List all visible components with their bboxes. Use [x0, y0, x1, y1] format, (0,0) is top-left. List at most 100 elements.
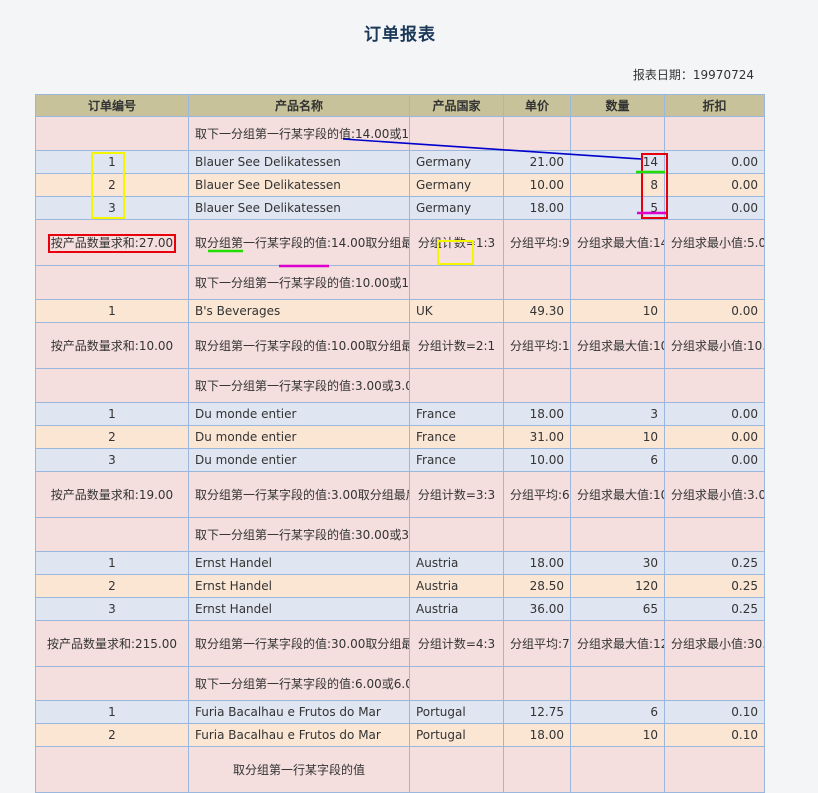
- group-summary-row: 按产品数量求和:215.00取分组第一行某字段的值:30.00取分组最后一行某字…: [35, 620, 765, 667]
- group-summary-row: 按产品数量求和:10.00取分组第一行某字段的值:10.00取分组最后一行某字段…: [35, 322, 765, 369]
- group-max-cell: 分组求最大值:14.00: [570, 219, 665, 266]
- discount-cell: 0.00: [664, 402, 765, 426]
- header-product-name: 产品名称: [188, 94, 410, 117]
- empty-cell: [35, 517, 189, 552]
- table-row[interactable]: 2 Furia Bacalhau e Frutos do Mar Portugal 1…: [35, 723, 765, 747]
- order-id-cell: 1: [35, 551, 189, 575]
- product-name-cell: Blauer See Delikatessen: [188, 196, 410, 220]
- order-id-cell: 3: [35, 196, 189, 220]
- unit-price-cell: 28.50: [503, 574, 571, 598]
- order-id-cell: 3: [35, 448, 189, 472]
- group-count-cell: [409, 746, 504, 793]
- quantity-cell: 10: [570, 723, 665, 747]
- quantity-cell: 14: [570, 150, 665, 174]
- quantity-cell: 8: [570, 173, 665, 197]
- discount-cell: 0.10: [664, 723, 765, 747]
- order-id-cell: 2: [35, 425, 189, 449]
- group-lookahead-row: 取下一分组第一行某字段的值:30.00或30.00: [35, 517, 765, 552]
- country-cell: Austria: [409, 574, 504, 598]
- order-id-cell: 2: [35, 723, 189, 747]
- empty-cell: [503, 368, 571, 403]
- group-count-cell: 分组计数=4:3: [409, 620, 504, 667]
- next-group-first-value: 取下一分组第一行某字段的值:14.00或14.00: [188, 116, 410, 151]
- product-name-cell: Du monde entier: [188, 402, 410, 426]
- product-name-cell: Blauer See Delikatessen: [188, 150, 410, 174]
- product-name-cell: Furia Bacalhau e Frutos do Mar: [188, 700, 410, 724]
- country-cell: Austria: [409, 551, 504, 575]
- group-first-last-cell: 取分组第一行某字段的值:3.00取分组最后一行某字段的值:6.00: [188, 471, 410, 518]
- group-avg-cell: 分组平均:71.67: [503, 620, 571, 667]
- header-order-id: 订单编号: [35, 94, 189, 117]
- quantity-cell: 65: [570, 597, 665, 621]
- discount-cell: 0.25: [664, 597, 765, 621]
- product-name-cell: Blauer See Delikatessen: [188, 173, 410, 197]
- group-avg-cell: [503, 746, 571, 793]
- group-lookahead-row: 取下一分组第一行某字段的值:14.00或14.00: [35, 116, 765, 151]
- group-first-last-cell: 取分组第一行某字段的值:14.00取分组最后一行某字段的值:5.00: [188, 219, 410, 266]
- table-row[interactable]: 2 Ernst Handel Austria 28.50 120 0.25: [35, 574, 765, 598]
- group-sum-cell: [35, 746, 189, 793]
- table-row[interactable]: 1 Ernst Handel Austria 18.00 30 0.25: [35, 551, 765, 575]
- group-avg-cell: 分组平均:9.00: [503, 219, 571, 266]
- group-max-cell: [570, 746, 665, 793]
- empty-cell: [503, 517, 571, 552]
- empty-cell: [409, 116, 504, 151]
- next-group-first-value: 取下一分组第一行某字段的值:10.00或10.00: [188, 265, 410, 300]
- group-first-last-cell: 取分组第一行某字段的值: [188, 746, 410, 793]
- group-max-cell: 分组求最大值:10.00: [570, 322, 665, 369]
- country-cell: Germany: [409, 173, 504, 197]
- group-count-cell: 分组计数=1:3: [409, 219, 504, 266]
- page-title: 订单报表: [364, 25, 436, 45]
- quantity-cell: 6: [570, 700, 665, 724]
- country-cell: France: [409, 402, 504, 426]
- table-row[interactable]: 3 Blauer See Delikatessen Germany 18.00 5 0.0…: [35, 196, 765, 220]
- country-cell: Austria: [409, 597, 504, 621]
- group-min-cell: 分组求最小值:10.00: [664, 322, 765, 369]
- group-summary-row: 按产品数量求和:27.00取分组第一行某字段的值:14.00取分组最后一行某字段…: [35, 219, 765, 266]
- table-row[interactable]: 3 Du monde entier France 10.00 6 0.00: [35, 448, 765, 472]
- report-body: 取下一分组第一行某字段的值:14.00或14.001Blauer See Del…: [35, 116, 765, 793]
- quantity-cell: 5: [570, 196, 665, 220]
- country-cell: UK: [409, 299, 504, 323]
- group-min-cell: 分组求最小值:30.00: [664, 620, 765, 667]
- header-discount: 折扣: [664, 94, 765, 117]
- unit-price-cell: 10.00: [503, 173, 571, 197]
- group-min-cell: 分组求最小值:3.00: [664, 471, 765, 518]
- table-row[interactable]: 1 Furia Bacalhau e Frutos do Mar Portugal 1…: [35, 700, 765, 724]
- unit-price-cell: 18.00: [503, 402, 571, 426]
- empty-cell: [503, 666, 571, 701]
- empty-cell: [570, 517, 665, 552]
- table-row[interactable]: 1 B's Beverages UK 49.30 10 0.00: [35, 299, 765, 323]
- group-summary-row: 取分组第一行某字段的值: [35, 746, 765, 793]
- table-row[interactable]: 3 Ernst Handel Austria 36.00 65 0.25: [35, 597, 765, 621]
- empty-cell: [664, 368, 765, 403]
- order-report-table: 订单编号 产品名称 产品国家 单价 数量 折扣 取下一分组第一行某字段的值:14…: [35, 94, 765, 793]
- table-row[interactable]: 1 Du monde entier France 18.00 3 0.00: [35, 402, 765, 426]
- empty-cell: [35, 666, 189, 701]
- quantity-cell: 30: [570, 551, 665, 575]
- empty-cell: [570, 666, 665, 701]
- order-id-cell: 3: [35, 597, 189, 621]
- empty-cell: [409, 265, 504, 300]
- unit-price-cell: 36.00: [503, 597, 571, 621]
- group-min-cell: [664, 746, 765, 793]
- group-sum-cell: 按产品数量求和:27.00: [35, 219, 189, 266]
- table-row[interactable]: 1 Blauer See Delikatessen Germany 21.00 14 0.…: [35, 150, 765, 174]
- quantity-cell: 10: [570, 299, 665, 323]
- discount-cell: 0.00: [664, 173, 765, 197]
- table-row[interactable]: 2 Du monde entier France 31.00 10 0.00: [35, 425, 765, 449]
- empty-cell: [35, 265, 189, 300]
- group-max-cell: 分组求最大值:10.00: [570, 471, 665, 518]
- discount-cell: 0.00: [664, 425, 765, 449]
- discount-cell: 0.00: [664, 196, 765, 220]
- group-first-last-cell: 取分组第一行某字段的值:10.00取分组最后一行某字段的值:10.00: [188, 322, 410, 369]
- discount-cell: 0.25: [664, 574, 765, 598]
- group-avg-cell: 分组平均:10.00: [503, 322, 571, 369]
- product-name-cell: Du monde entier: [188, 448, 410, 472]
- discount-cell: 0.00: [664, 150, 765, 174]
- group-lookahead-row: 取下一分组第一行某字段的值:10.00或10.00: [35, 265, 765, 300]
- table-row[interactable]: 2 Blauer See Delikatessen Germany 10.00 8 0.0…: [35, 173, 765, 197]
- product-name-cell: Furia Bacalhau e Frutos do Mar: [188, 723, 410, 747]
- product-name-cell: Ernst Handel: [188, 574, 410, 598]
- country-cell: Germany: [409, 196, 504, 220]
